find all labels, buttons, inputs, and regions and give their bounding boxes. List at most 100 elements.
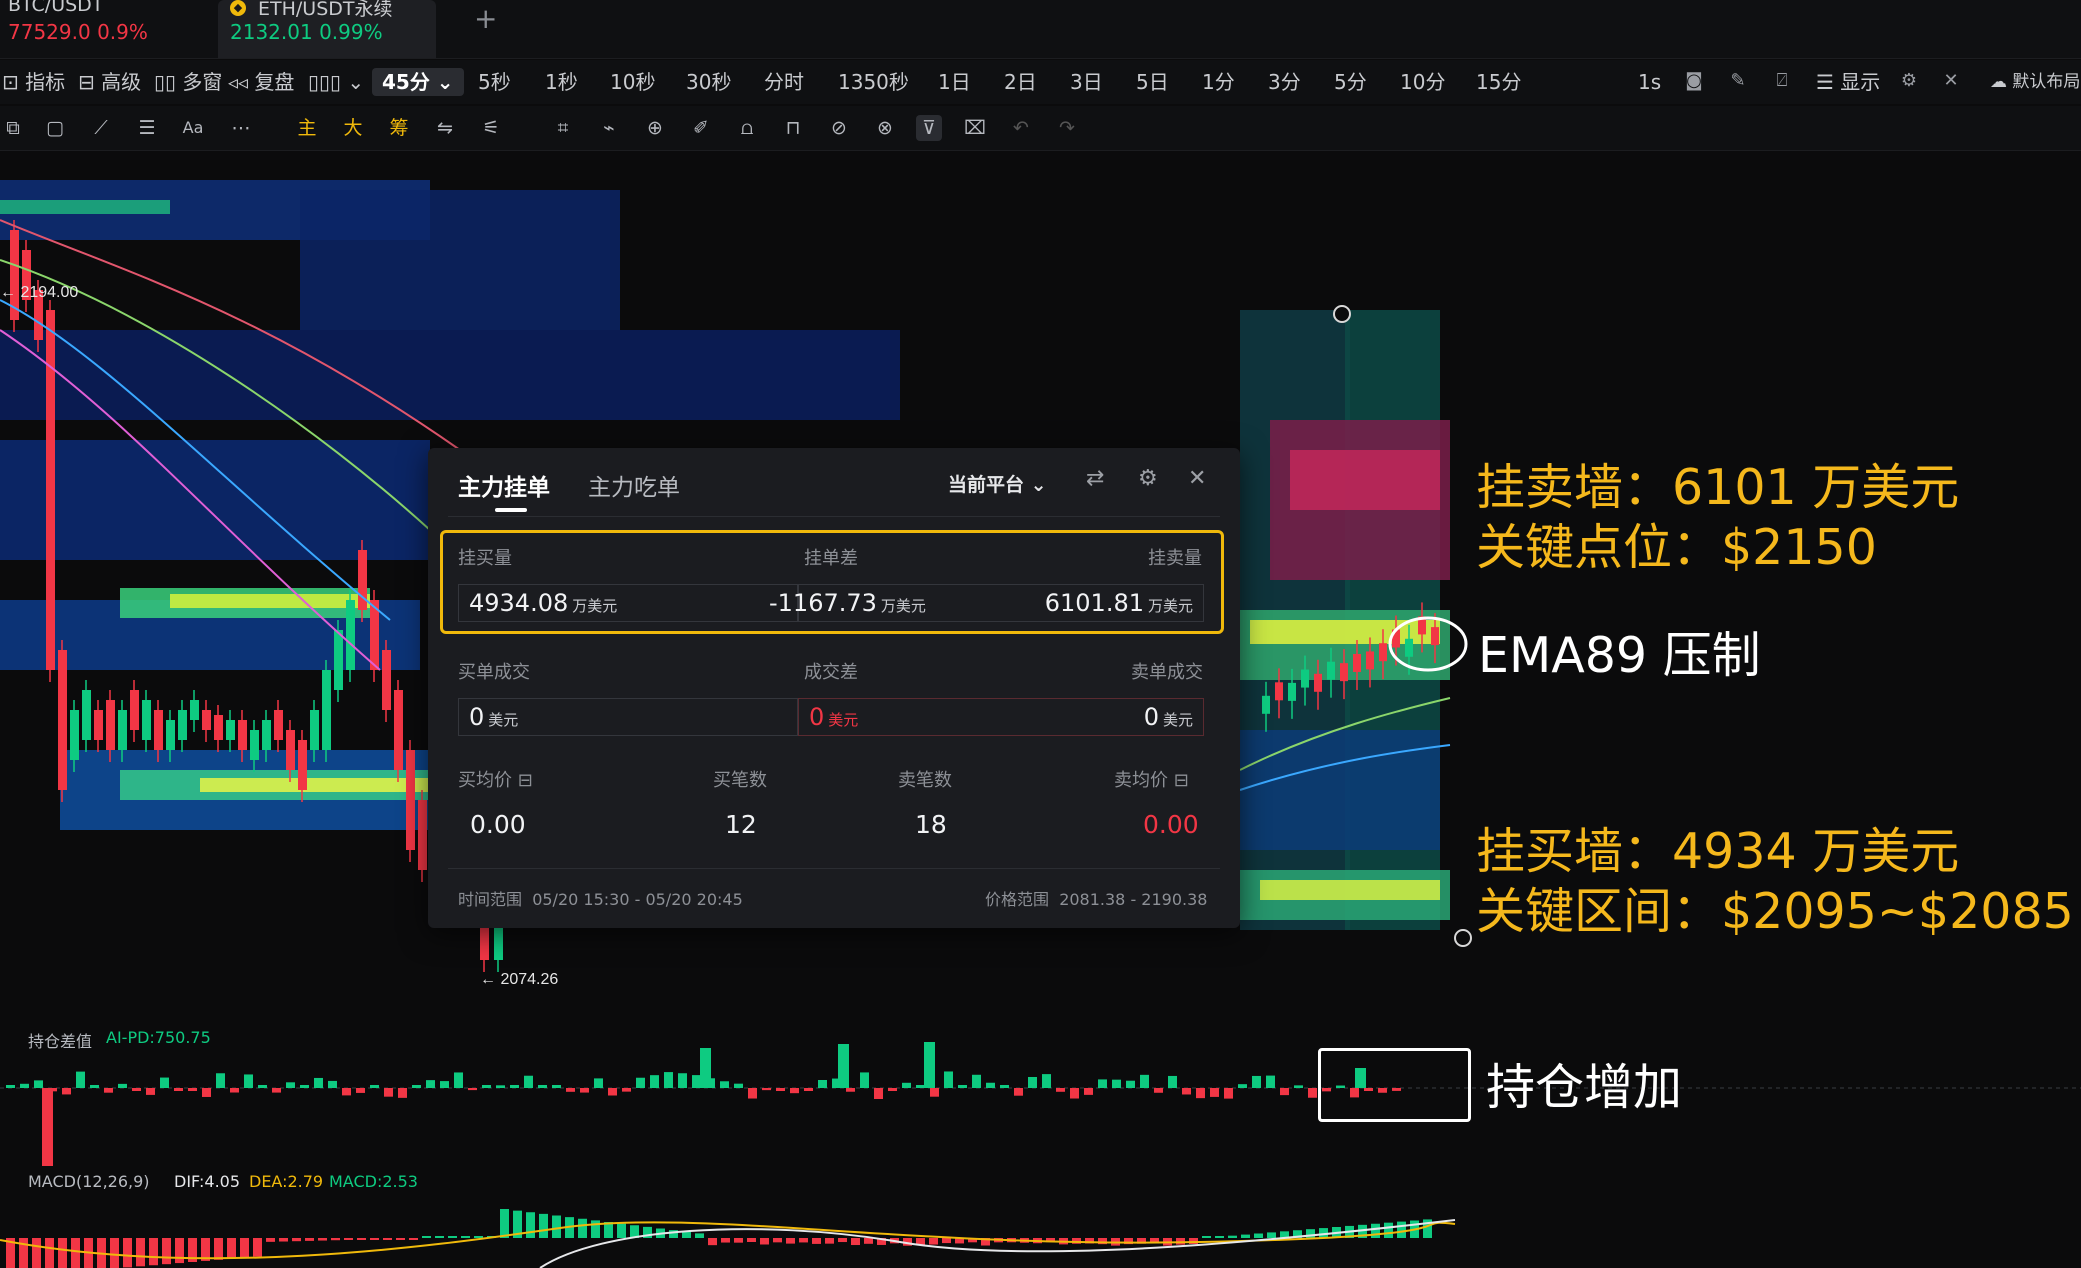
close-icon[interactable]: ✕ [1188, 466, 1206, 491]
oi-bar [426, 1080, 435, 1088]
symbol-tab-bar: BTC/USDT 77529.0 0.9% ◆ ETH/USDT永续 2132.… [0, 0, 2081, 59]
replay-button[interactable]: ◃◃ 复盘 [228, 68, 294, 96]
oi-bar [468, 1088, 477, 1091]
oi-bar [594, 1078, 603, 1088]
redo-icon[interactable]: ↷ [1054, 115, 1080, 141]
interval-1s[interactable]: 1秒 [545, 68, 578, 96]
oi-bar [370, 1085, 379, 1088]
oi-bar [62, 1088, 71, 1095]
visibility-icon[interactable]: ⊘ [826, 115, 852, 141]
horizontal-lines-icon[interactable]: ☰ [134, 115, 160, 141]
macd-bar [318, 1238, 327, 1241]
zoom-icon[interactable]: ⊕ [642, 115, 668, 141]
crop-icon[interactable]: ⌗ [550, 115, 576, 141]
sell-avg-label: 卖均价 ⊟ [1114, 770, 1189, 791]
candle-body [274, 710, 283, 740]
macd-bar [292, 1238, 301, 1242]
oi-bar [700, 1048, 711, 1088]
fill-diff-value: 0 美元 [809, 703, 859, 731]
oi-bar [874, 1088, 883, 1100]
tab-main-fills[interactable]: 主力吃单 [588, 468, 680, 502]
tab-btcusdt[interactable]: BTC/USDT 77529.0 0.9% [0, 0, 210, 58]
oi-bar [272, 1088, 281, 1093]
buy-count-label: 买笔数 [713, 770, 767, 791]
interval-2d[interactable]: 2日 [1004, 68, 1037, 96]
ruler-icon[interactable]: ⌁ [596, 115, 622, 141]
interval-timeshare[interactable]: 分时 [764, 68, 804, 96]
interval-10m[interactable]: 10分 [1400, 68, 1445, 96]
oi-bar [1238, 1084, 1247, 1088]
advanced-button[interactable]: ⊟ 高级 [78, 68, 141, 96]
oi-bar [1028, 1076, 1037, 1088]
settings-icon[interactable]: ⚙ [1138, 466, 1158, 491]
candle-type-dropdown[interactable]: ▯▯▯ ⌄ [308, 68, 364, 96]
line-icon[interactable]: ⟋ [88, 115, 114, 141]
pencil-icon[interactable]: ✎ [1727, 70, 1749, 92]
sell-count-value: 18 [915, 810, 947, 839]
interval-1s-right[interactable]: 1s [1638, 68, 1661, 96]
swap-icon[interactable]: ⇋ [432, 115, 458, 141]
tab-ethusdt-perp[interactable]: ◆ ETH/USDT永续 2132.01 0.99% [218, 0, 436, 58]
interval-15m[interactable]: 15分 [1476, 68, 1521, 96]
fill-diff-label: 成交差 [804, 662, 858, 683]
buy-key-range-annotation: 关键区间：$2095~$2085 [1476, 883, 2074, 940]
trash-icon[interactable]: ⌧ [962, 115, 988, 141]
chart-type-chips[interactable]: 筹 [386, 115, 412, 141]
candle-body [1405, 638, 1413, 657]
tab-main-orders[interactable]: 主力挂单 [458, 468, 550, 502]
collapse-icon[interactable]: ✕ [1940, 70, 1962, 92]
divider [448, 516, 1220, 517]
link-icon[interactable]: ⊗ [872, 115, 898, 141]
interval-1m[interactable]: 1分 [1202, 68, 1235, 96]
lock-icon[interactable]: ⊓ [780, 115, 806, 141]
candle-body [358, 550, 367, 610]
more-icon[interactable]: ⋯ [228, 115, 254, 141]
text-icon[interactable]: Aa [180, 115, 206, 141]
settings-icon[interactable]: ⚙ [1898, 70, 1920, 92]
platform-dropdown[interactable]: 当前平台 ⌄ [948, 470, 1047, 497]
add-tab-icon[interactable]: + [474, 2, 497, 35]
macd-bar [929, 1238, 938, 1245]
measure-icon[interactable]: ⚟ [478, 115, 504, 141]
macd-bar [812, 1238, 821, 1244]
interval-5d[interactable]: 5日 [1136, 68, 1169, 96]
cursor-icon[interactable]: ⧉ [0, 115, 26, 141]
brush-icon[interactable]: ✐ [688, 115, 714, 141]
filter-icon[interactable]: ⊽ [916, 115, 942, 141]
interval-5s[interactable]: 5秒 [478, 68, 511, 96]
magnet-icon[interactable]: ⩍ [734, 115, 760, 141]
interval-3m[interactable]: 3分 [1268, 68, 1301, 96]
macd-bar [409, 1238, 418, 1240]
interval-3d[interactable]: 3日 [1070, 68, 1103, 96]
undo-icon[interactable]: ↶ [1008, 115, 1034, 141]
multi-window-button[interactable]: ▯▯ 多窗 [154, 68, 222, 96]
interval-1d[interactable]: 1日 [938, 68, 971, 96]
oi-bar [132, 1088, 141, 1091]
interval-10s[interactable]: 10秒 [610, 68, 655, 96]
chart-type-large[interactable]: 大 [340, 115, 366, 141]
layout-button[interactable]: ☁ 默认布局 [1990, 68, 2080, 96]
interval-30s[interactable]: 30秒 [686, 68, 731, 96]
rectangle-icon[interactable]: ▢ [42, 115, 68, 141]
macd-dea: DEA:2.79 [249, 1172, 324, 1191]
interval-1350s[interactable]: 1350秒 [838, 68, 909, 96]
swap-icon[interactable]: ⇄ [1086, 466, 1104, 491]
interval-active[interactable]: 45分 ⌄ [372, 68, 464, 96]
oi-bar [720, 1081, 729, 1088]
macd-bar [279, 1238, 288, 1242]
interval-5m[interactable]: 5分 [1334, 68, 1367, 96]
heatmap-band [1260, 880, 1440, 900]
oi-bar [902, 1082, 911, 1088]
oi-highlight-box [1318, 1048, 1471, 1122]
candle-body [322, 670, 331, 750]
macd-bar [1254, 1233, 1263, 1238]
oi-bar [160, 1077, 169, 1088]
chart-type-main[interactable]: 主 [294, 115, 320, 141]
candle-body [178, 710, 187, 740]
indicators-button[interactable]: ⊡ 指标 [2, 68, 65, 96]
display-button[interactable]: ☰ 显示 [1816, 68, 1880, 96]
camera-icon[interactable]: ◙ [1683, 70, 1705, 92]
alert-icon[interactable]: ⍁ [1771, 70, 1793, 92]
macd-bar [344, 1238, 353, 1240]
macd-bar [123, 1238, 132, 1268]
